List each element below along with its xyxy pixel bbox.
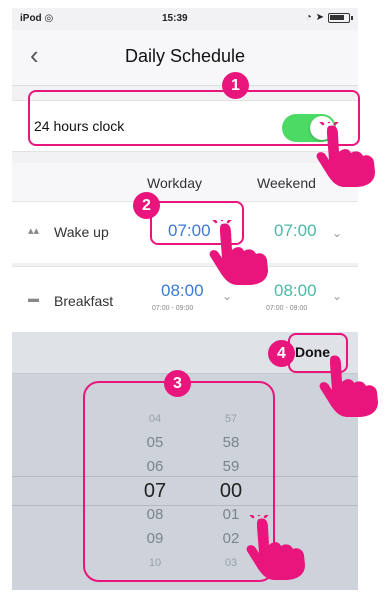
tap-hand-icon <box>316 122 375 187</box>
workday-header: Workday <box>147 175 202 191</box>
location-icon: ➤ <box>315 12 324 23</box>
chevron-down-icon[interactable]: ⌄ <box>222 289 232 303</box>
callout-highlight-clock-toggle <box>28 90 360 146</box>
callout-badge-1: 1 <box>222 72 249 99</box>
breakfast-weekend-time[interactable]: 08:00 <box>274 281 317 301</box>
wake-up-weekend-time[interactable]: 07:00 <box>274 221 317 241</box>
callout-badge-2: 2 <box>133 192 160 219</box>
chevron-down-icon[interactable]: ⌄ <box>332 226 342 240</box>
status-bar: iPod ◎ 15:39 ◔ ➤ <box>12 8 358 30</box>
callout-badge-3: 3 <box>164 370 191 397</box>
row-label: Wake up <box>54 224 109 240</box>
row-label: Breakfast <box>54 293 114 309</box>
breakfast-weekend-range: 07:00 - 09:00 <box>266 305 308 312</box>
bed-icon: ▴▴ <box>28 225 40 237</box>
breakfast-workday-time[interactable]: 08:00 <box>161 281 204 301</box>
plate-icon: ▬ <box>28 293 39 305</box>
status-time: 15:39 <box>162 13 188 24</box>
alarm-icon: ◔ <box>305 12 312 23</box>
tap-hand-icon <box>246 515 305 580</box>
battery-icon <box>328 12 353 23</box>
chevron-down-icon[interactable]: ⌄ <box>332 289 342 303</box>
tap-hand-icon <box>319 355 378 417</box>
column-headers: Workday Weekend <box>12 163 358 201</box>
tap-hand-icon <box>209 220 268 285</box>
schedule-row-breakfast: ▬ Breakfast 08:00 07:00 - 09:00 ⌄ 08:00 … <box>12 266 358 332</box>
carrier-label: iPod ◎ <box>20 13 54 24</box>
wifi-icon: ◎ <box>44 13 54 24</box>
status-icons: ◔ ➤ <box>305 12 353 23</box>
callout-badge-4: 4 <box>268 340 295 367</box>
weekend-header: Weekend <box>257 175 316 191</box>
breakfast-workday-range: 07:00 - 09:00 <box>152 305 194 312</box>
nav-bar: ‹ Daily Schedule <box>12 30 358 86</box>
page-title: Daily Schedule <box>124 46 246 66</box>
